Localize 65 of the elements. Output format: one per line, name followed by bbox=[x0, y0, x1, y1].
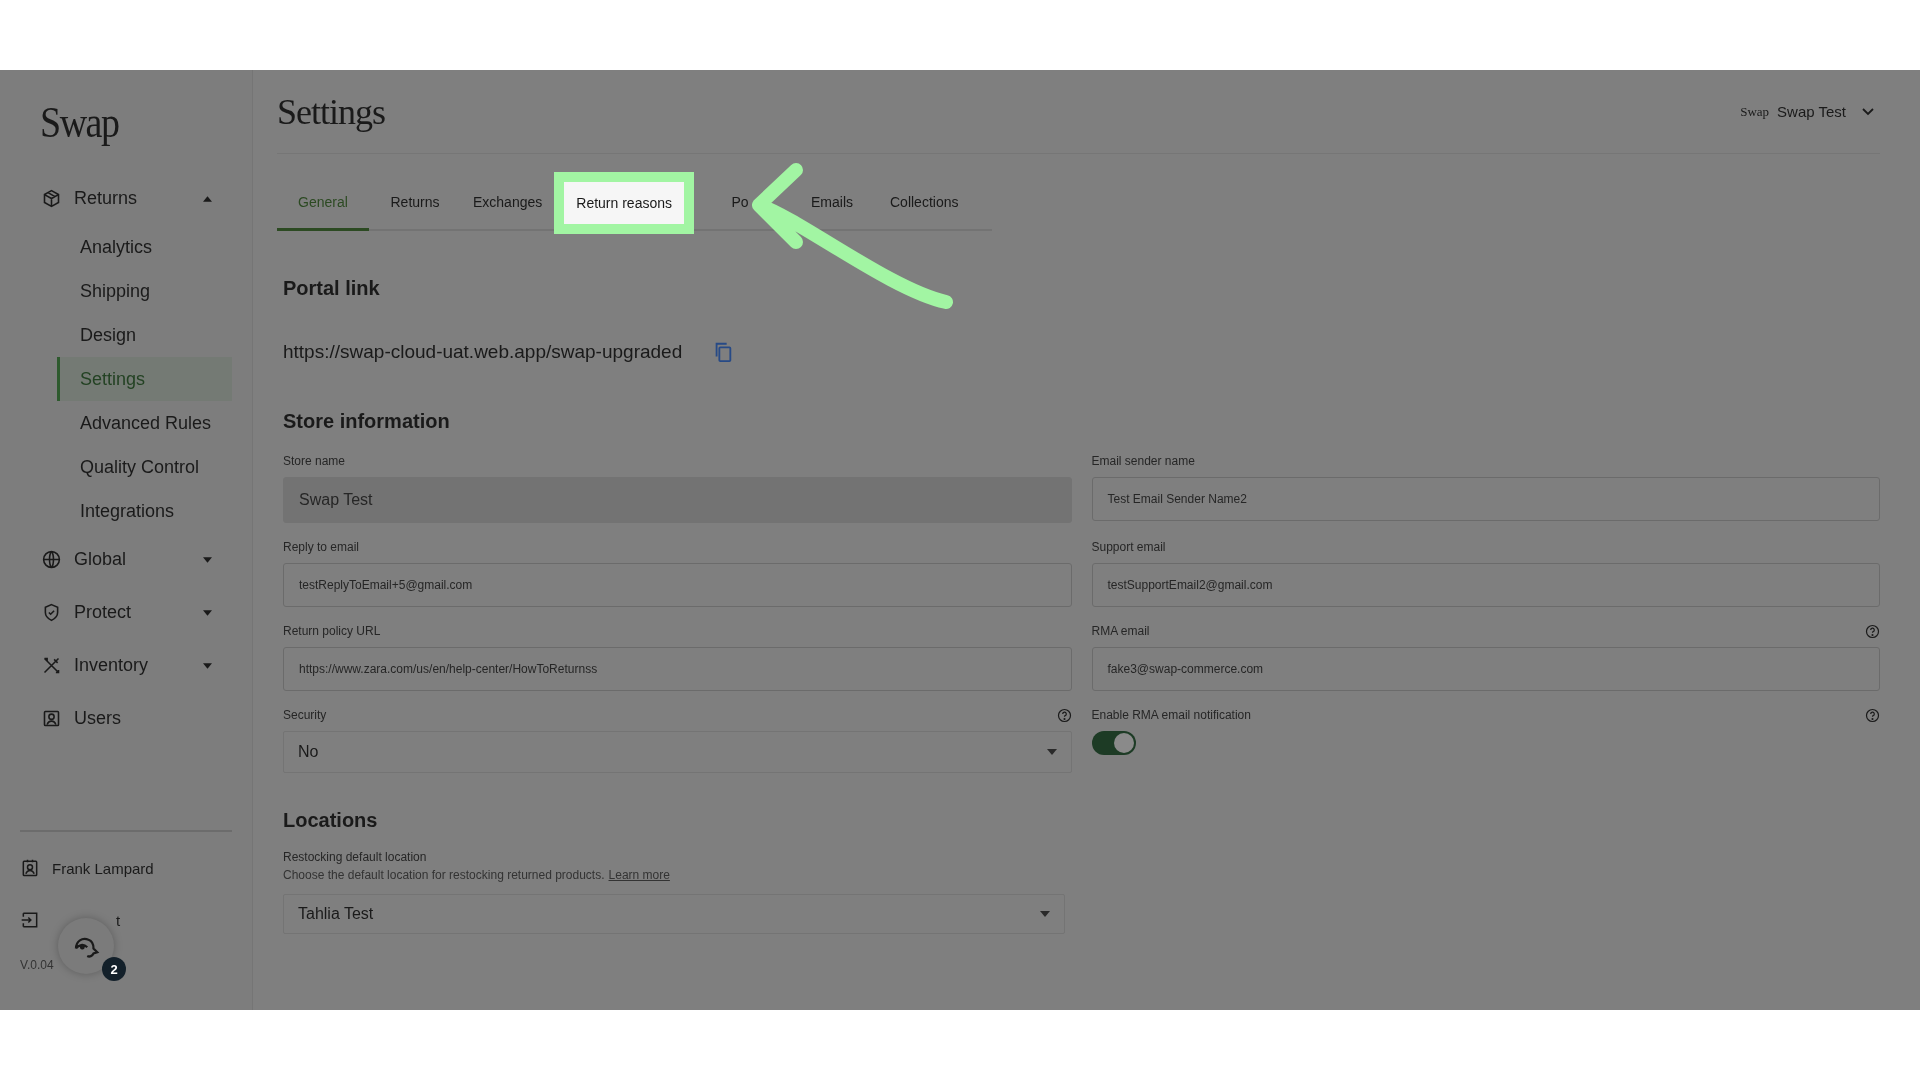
user-name[interactable]: Frank Lampard bbox=[52, 859, 154, 877]
caret-icon bbox=[1040, 911, 1050, 917]
version-label: V.0.04 bbox=[20, 958, 54, 972]
tab[interactable]: General bbox=[277, 176, 369, 231]
field-label: Store name bbox=[283, 454, 346, 468]
nav-label: Global bbox=[74, 549, 127, 570]
field-label: Return policy URL bbox=[283, 624, 381, 638]
section-heading: Locations bbox=[283, 808, 379, 832]
nav-label: Protect bbox=[74, 602, 132, 623]
nav-subitem[interactable]: Integrations bbox=[57, 489, 232, 533]
text-field[interactable]: Test Email Sender Name2 bbox=[1091, 477, 1880, 521]
page-title: Settings bbox=[277, 90, 385, 133]
help-icon[interactable] bbox=[1865, 707, 1880, 723]
help-icon[interactable] bbox=[1056, 707, 1072, 723]
nav-item[interactable]: Users bbox=[20, 692, 232, 745]
logout-icon[interactable] bbox=[20, 910, 40, 930]
account-switcher[interactable]: Swap Swap Test bbox=[1740, 103, 1874, 120]
field-description: Choose the default location for restocking returned products. bbox=[283, 868, 605, 882]
chevron-icon bbox=[1862, 107, 1874, 116]
notification-badge: 2 bbox=[102, 957, 126, 981]
select-field[interactable]: Tahlia Test bbox=[283, 894, 1065, 934]
tab[interactable]: Emails bbox=[786, 176, 878, 231]
tab[interactable]: Returns bbox=[369, 176, 461, 231]
nav-item[interactable]: Returns bbox=[20, 172, 232, 225]
toggle-switch[interactable] bbox=[1091, 731, 1136, 755]
nav-subitem[interactable]: Analytics bbox=[57, 225, 232, 269]
nav-subitem[interactable]: Settings bbox=[57, 357, 232, 401]
text-field[interactable]: testReplyToEmail+5@gmail.com bbox=[283, 563, 1072, 607]
nav-item[interactable]: Protect bbox=[20, 586, 232, 639]
nav-subitem[interactable]: Quality Control bbox=[57, 445, 232, 489]
nav-item[interactable]: Inventory bbox=[20, 639, 232, 692]
learn-more-link[interactable]: Learn more bbox=[608, 868, 670, 882]
nav-subitem[interactable]: Design bbox=[57, 313, 232, 357]
caret-icon bbox=[1046, 749, 1057, 755]
section-heading: Portal link bbox=[283, 276, 381, 300]
badge-icon bbox=[20, 858, 40, 878]
field-label: Email sender name bbox=[1091, 454, 1195, 468]
user-icon bbox=[41, 708, 62, 729]
nav-label: Inventory bbox=[74, 655, 149, 676]
text-field[interactable]: fake3@swap-commerce.com bbox=[1091, 647, 1880, 691]
section-heading: Store information bbox=[283, 409, 451, 433]
text-field[interactable]: testSupportEmail2@gmail.com bbox=[1091, 563, 1880, 607]
logout-label[interactable]: t bbox=[116, 911, 121, 929]
box-icon bbox=[41, 188, 62, 209]
tab[interactable]: Exchanges bbox=[461, 176, 555, 231]
field-label: Reply to email bbox=[283, 540, 360, 554]
nav-subitem[interactable]: Advanced Rules bbox=[57, 401, 232, 445]
field-label: Enable RMA email notification bbox=[1091, 708, 1251, 722]
field-label: Restocking default location bbox=[283, 850, 428, 864]
nav-label: Returns bbox=[74, 188, 138, 209]
tab[interactable]: Po bbox=[694, 176, 786, 231]
tab[interactable]: Collections bbox=[878, 176, 971, 231]
nav-item[interactable]: Global bbox=[20, 533, 232, 586]
field-label: Security bbox=[283, 708, 327, 722]
field-label: Support email bbox=[1091, 540, 1166, 554]
select-field[interactable]: No bbox=[283, 731, 1072, 773]
nav-subitem[interactable]: Shipping bbox=[57, 269, 232, 313]
portal-url: https://swap-cloud-uat.web.app/swap-upgraded bbox=[283, 341, 683, 363]
logo: Swap bbox=[40, 96, 119, 148]
text-field[interactable]: https://www.zara.com/us/en/help-center/HowToReturnss bbox=[283, 647, 1072, 691]
help-icon[interactable] bbox=[1865, 623, 1880, 639]
nav-label: Users bbox=[74, 708, 121, 729]
tools-icon bbox=[41, 655, 62, 676]
field-label: RMA email bbox=[1091, 624, 1150, 638]
globe-icon bbox=[41, 549, 62, 570]
